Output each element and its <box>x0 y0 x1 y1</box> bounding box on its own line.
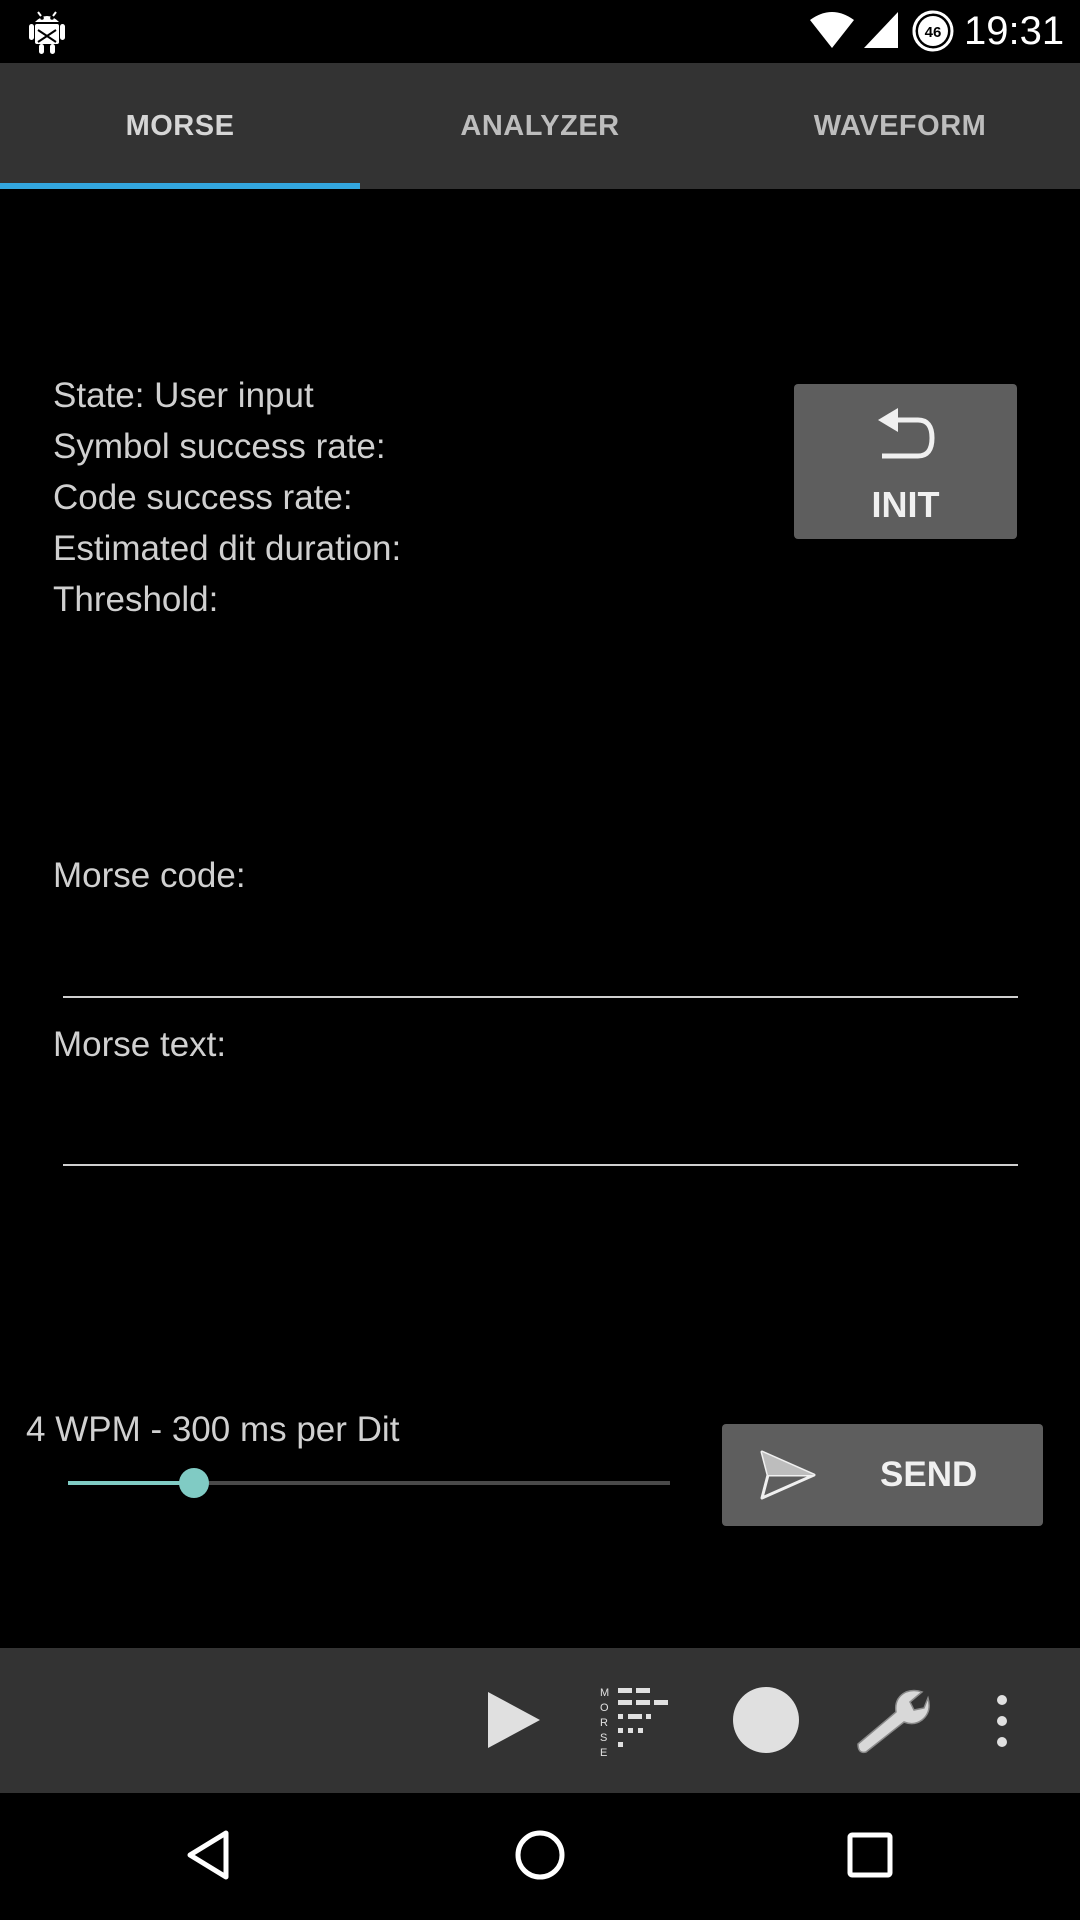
cell-signal-icon <box>864 12 898 48</box>
morse-code-field[interactable] <box>63 936 1018 998</box>
morse-icon-letter: S <box>600 1732 607 1744</box>
send-button-label: SEND <box>880 1455 978 1494</box>
overflow-menu-icon[interactable] <box>988 1694 1016 1748</box>
init-button[interactable]: INIT <box>794 384 1017 539</box>
send-button[interactable]: SEND <box>722 1424 1043 1526</box>
battery-level: 46 <box>925 24 942 41</box>
wifi-icon <box>810 12 854 48</box>
recents-icon[interactable] <box>840 1825 900 1885</box>
tab-label: ANALYZER <box>460 109 620 142</box>
tab-label: MORSE <box>125 109 235 142</box>
symbol-success-rate: Symbol success rate: <box>53 427 386 466</box>
morse-icon-letter: R <box>600 1717 608 1729</box>
send-icon <box>760 1450 816 1500</box>
init-button-label: INIT <box>871 484 940 525</box>
status-bar: 46 19:31 <box>0 0 1080 63</box>
state-text: State: User input <box>53 376 314 415</box>
tab-waveform[interactable]: WAVEFORM <box>720 63 1080 189</box>
tab-morse[interactable]: MORSE <box>0 63 360 189</box>
estimated-dit-duration: Estimated dit duration: <box>53 529 402 568</box>
speed-label: 4 WPM - 300 ms per Dit <box>26 1410 400 1449</box>
threshold: Threshold: <box>53 580 219 619</box>
tab-label: WAVEFORM <box>813 109 987 142</box>
android-debug-icon <box>29 11 65 54</box>
morse-text-label: Morse text: <box>53 1025 227 1064</box>
play-icon[interactable] <box>484 1688 544 1752</box>
home-icon[interactable] <box>510 1825 570 1885</box>
code-success-rate: Code success rate: <box>53 478 353 517</box>
back-icon[interactable] <box>180 1825 240 1885</box>
morse-icon-letter: M <box>600 1687 609 1699</box>
system-nav-bar <box>0 1793 1080 1920</box>
battery-icon: 46 <box>912 10 954 52</box>
tab-bar: MORSE ANALYZER WAVEFORM <box>0 63 1080 189</box>
undo-icon <box>878 408 935 459</box>
speed-slider[interactable] <box>68 1468 670 1498</box>
morse-icon[interactable]: M O R S E <box>600 1684 680 1758</box>
morse-icon-letter: O <box>600 1702 609 1714</box>
screen: 46 19:31 MORSE ANALYZER WAVEFORM State: … <box>0 0 1080 1920</box>
active-tab-indicator <box>0 183 360 189</box>
morse-code-label: Morse code: <box>53 856 246 895</box>
slider-fill <box>68 1481 195 1485</box>
slider-thumb[interactable] <box>179 1468 210 1498</box>
settings-wrench-icon[interactable] <box>852 1688 930 1754</box>
tab-analyzer[interactable]: ANALYZER <box>360 63 720 189</box>
record-icon[interactable] <box>732 1686 800 1754</box>
decoder-status: State: User input Symbol success rate: C… <box>53 370 401 625</box>
status-clock: 19:31 <box>964 9 1065 53</box>
morse-icon-letter: E <box>600 1747 607 1758</box>
morse-text-field[interactable] <box>63 1104 1018 1166</box>
bottom-toolbar: M O R S E <box>0 1648 1080 1793</box>
